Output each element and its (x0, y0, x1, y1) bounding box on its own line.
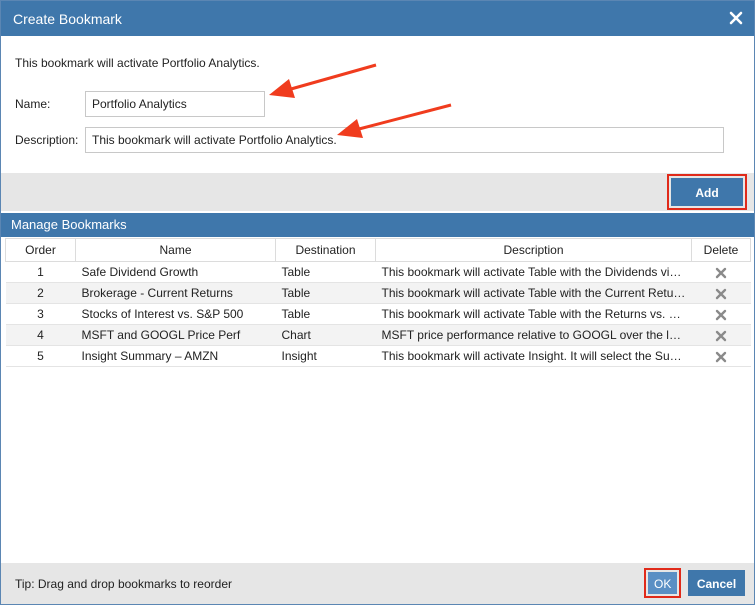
dialog-titlebar: Create Bookmark (1, 1, 754, 36)
row-description: This bookmark will activate Table with t… (375, 261, 692, 283)
row-order: 2 (5, 282, 76, 304)
row-description: MSFT price performance relative to GOOGL… (375, 324, 692, 346)
manage-bookmarks-title: Manage Bookmarks (11, 217, 127, 232)
row-order: 4 (5, 324, 76, 346)
manage-bookmarks-header: Manage Bookmarks (1, 213, 754, 237)
delete-x-icon[interactable] (715, 288, 727, 300)
row-name: Brokerage - Current Returns (75, 282, 276, 304)
row-order: 1 (5, 261, 76, 283)
row-delete-cell (691, 345, 751, 367)
row-destination: Chart (275, 324, 376, 346)
ok-button[interactable]: OK (648, 572, 677, 594)
description-label: Description: (15, 133, 79, 147)
table-header-row: Order Name Destination Description Delet… (5, 238, 751, 262)
row-delete-cell (691, 303, 751, 325)
name-input[interactable] (85, 91, 265, 117)
create-bookmark-dialog: Create Bookmark This bookmark will activ… (0, 0, 755, 605)
column-header-delete: Delete (691, 238, 751, 262)
table-row[interactable]: 1 Safe Dividend Growth Table This bookma… (5, 261, 751, 283)
column-header-order[interactable]: Order (5, 238, 76, 262)
row-name: Stocks of Interest vs. S&P 500 (75, 303, 276, 325)
row-delete-cell (691, 261, 751, 283)
bookmarks-table: Order Name Destination Description Delet… (5, 238, 751, 367)
table-row[interactable]: 2 Brokerage - Current Returns Table This… (5, 282, 751, 304)
delete-x-icon[interactable] (715, 267, 727, 279)
cancel-button[interactable]: Cancel (688, 570, 745, 596)
column-header-destination[interactable]: Destination (275, 238, 376, 262)
row-order: 3 (5, 303, 76, 325)
table-row[interactable]: 4 MSFT and GOOGL Price Perf Chart MSFT p… (5, 324, 751, 346)
reorder-tip: Tip: Drag and drop bookmarks to reorder (15, 577, 232, 591)
description-input[interactable] (85, 127, 724, 153)
close-icon[interactable] (727, 9, 745, 27)
table-row[interactable]: 5 Insight Summary – AMZN Insight This bo… (5, 345, 751, 367)
row-order: 5 (5, 345, 76, 367)
add-bar (1, 173, 754, 211)
arrow-to-name-field (269, 63, 377, 98)
name-label: Name: (15, 97, 51, 111)
row-name: Safe Dividend Growth (75, 261, 276, 283)
row-name: MSFT and GOOGL Price Perf (75, 324, 276, 346)
column-header-name[interactable]: Name (75, 238, 276, 262)
row-delete-cell (691, 324, 751, 346)
table-row[interactable]: 3 Stocks of Interest vs. S&P 500 Table T… (5, 303, 751, 325)
row-name: Insight Summary – AMZN (75, 345, 276, 367)
delete-x-icon[interactable] (715, 309, 727, 321)
row-destination: Insight (275, 345, 376, 367)
row-destination: Table (275, 261, 376, 283)
row-destination: Table (275, 303, 376, 325)
delete-x-icon[interactable] (715, 351, 727, 363)
row-destination: Table (275, 282, 376, 304)
row-description: This bookmark will activate Table with t… (375, 303, 692, 325)
row-description: This bookmark will activate Table with t… (375, 282, 692, 304)
dialog-footer: Tip: Drag and drop bookmarks to reorder (1, 563, 754, 604)
row-description: This bookmark will activate Insight. It … (375, 345, 692, 367)
delete-x-icon[interactable] (715, 330, 727, 342)
column-header-description[interactable]: Description (375, 238, 692, 262)
intro-text: This bookmark will activate Portfolio An… (15, 56, 260, 70)
row-delete-cell (691, 282, 751, 304)
add-button[interactable]: Add (671, 178, 743, 206)
dialog-title: Create Bookmark (13, 11, 122, 27)
